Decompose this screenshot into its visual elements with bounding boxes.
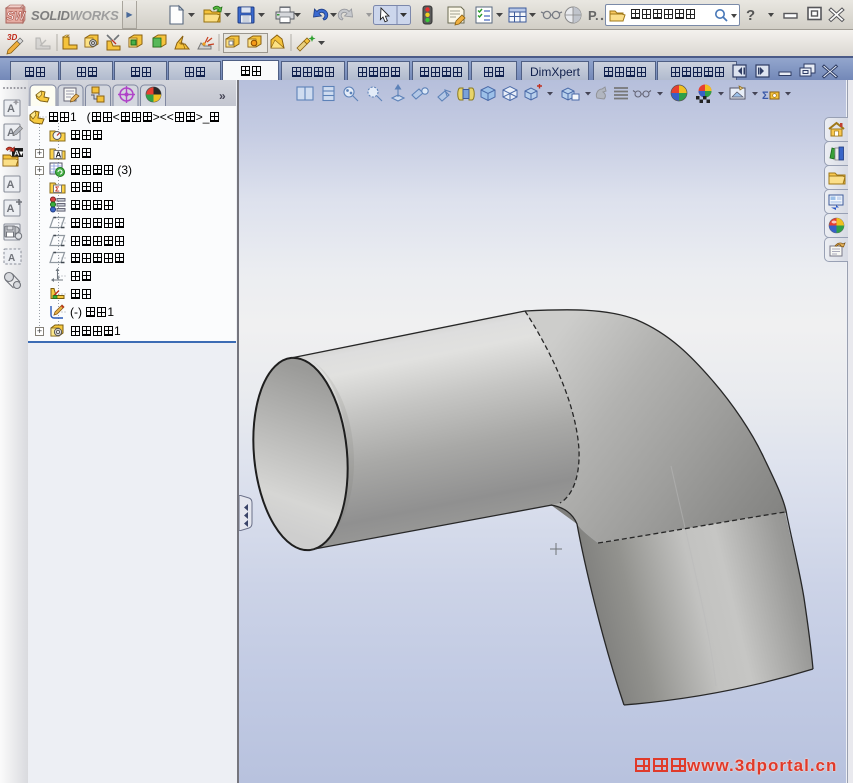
svg-text:»: » [219, 89, 226, 103]
svg-text:A: A [56, 151, 62, 160]
svg-text:A: A [7, 179, 15, 191]
svg-text:A▾: A▾ [14, 149, 24, 158]
svg-text:A: A [7, 103, 15, 115]
svg-text:P.: P. [588, 8, 599, 23]
svg-text:?: ? [746, 7, 755, 24]
svg-text:Σ: Σ [762, 90, 769, 102]
svg-text:A: A [7, 203, 15, 215]
svg-text:A: A [8, 253, 15, 264]
svg-text:3D: 3D [7, 33, 17, 42]
svg-text:SW: SW [7, 11, 27, 23]
svg-text:Σ: Σ [55, 185, 60, 194]
